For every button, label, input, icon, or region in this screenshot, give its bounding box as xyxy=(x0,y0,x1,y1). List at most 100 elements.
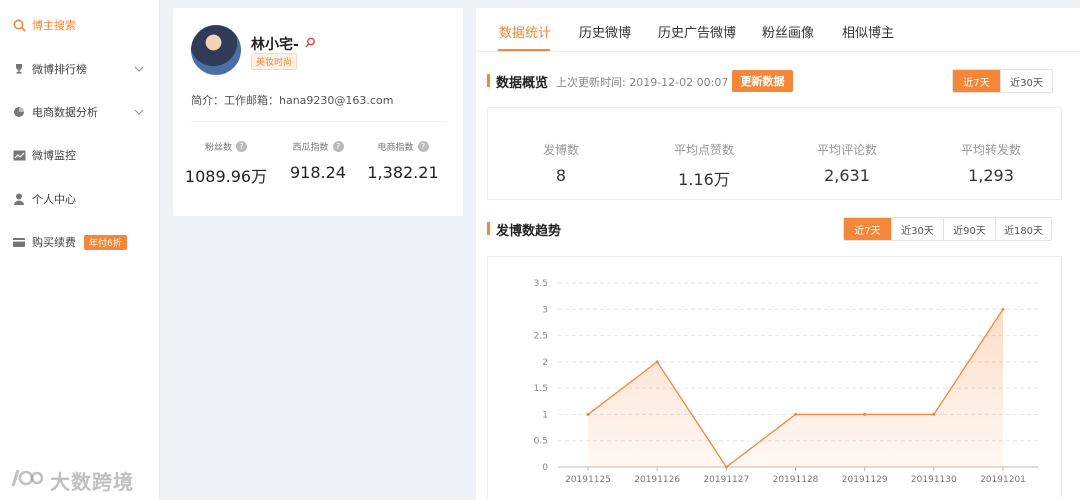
stat-value: 1.16万 xyxy=(678,170,730,189)
discount-badge: 年付6折 xyxy=(84,234,127,250)
data-point xyxy=(655,360,659,364)
data-point xyxy=(863,412,867,416)
sidebar-item-label: 微博监控 xyxy=(32,149,76,162)
sidebar-item-label: 个人中心 xyxy=(32,193,76,206)
range-30d-button[interactable]: 近30天 xyxy=(891,218,943,240)
avatar[interactable] xyxy=(191,25,241,75)
stat-ecommerce-index: 电商指数? 1,382.21 xyxy=(355,140,451,182)
sidebar-item-blogger-search[interactable]: 博主搜索 xyxy=(0,5,160,45)
x-tick-label: 20191127 xyxy=(703,475,749,485)
help-icon[interactable]: ? xyxy=(417,141,429,152)
watermark: 大数跨境 xyxy=(10,466,134,495)
section-title-trend: 发博数趋势 xyxy=(487,220,561,239)
data-point xyxy=(724,465,728,469)
data-point xyxy=(586,412,590,416)
overview-stat-avg-likes: 平均点赞数 1.16万 xyxy=(634,141,774,190)
stat-followers: 粉丝数? 1089.96万 xyxy=(178,140,274,187)
sidebar-item-label: 微博排行榜 xyxy=(32,63,87,76)
overview-stat-posts: 发博数 8 xyxy=(491,141,631,185)
sidebar-item-label: 电商数据分析 xyxy=(32,106,98,119)
profile-bio: 简介：工作邮箱：hana9230@163.com xyxy=(191,94,394,107)
card-icon xyxy=(12,235,26,249)
data-point xyxy=(1001,307,1005,311)
x-tick-label: 20191130 xyxy=(911,475,957,485)
profile-card: 林小宅- 美妆时尚 简介：工作邮箱：hana9230@163.com 粉丝数? … xyxy=(173,8,463,216)
data-point xyxy=(794,412,797,416)
sidebar-item-label: 博主搜索 xyxy=(32,19,76,32)
x-tick-label: 20191201 xyxy=(980,475,1026,485)
tab-similar-bloggers[interactable]: 相似博主 xyxy=(842,22,894,41)
profile-name-row: 林小宅- xyxy=(251,34,316,54)
help-icon[interactable]: ? xyxy=(332,141,344,152)
data-point xyxy=(932,412,936,416)
range-90d-button[interactable]: 近90天 xyxy=(943,218,995,240)
stat-value: 1,382.21 xyxy=(367,163,439,182)
y-tick-label: 0.5 xyxy=(534,437,548,447)
divider xyxy=(191,121,445,122)
trend-chart-box: 0 0.5 1 1.5 2 2.5 3 3.5 20191125 20191126 20191127… xyxy=(487,256,1062,500)
tab-fan-profile[interactable]: 粉丝画像 xyxy=(762,22,814,41)
stat-label: 平均评论数 xyxy=(816,143,877,157)
x-tick-label: 20191125 xyxy=(565,475,611,485)
tab-history-ad-weibo[interactable]: 历史广告微博 xyxy=(658,22,736,41)
range-180d-button[interactable]: 近180天 xyxy=(995,218,1051,240)
sidebar-item-personal-center[interactable]: 个人中心 xyxy=(0,179,160,219)
range-30d-button[interactable]: 近30天 xyxy=(1000,70,1052,92)
chevron-down-icon xyxy=(134,64,144,75)
sidebar-item-weibo-ranking[interactable]: 微博排行榜 xyxy=(0,49,160,89)
y-tick-label: 1.5 xyxy=(534,384,548,394)
y-tick-label: 2 xyxy=(542,358,548,368)
stat-value: 918.24 xyxy=(290,163,346,182)
main-panel: 数据统计 历史微博 历史广告微博 粉丝画像 相似博主 数据概览 上次更新时间: … xyxy=(476,8,1080,500)
verified-icon xyxy=(305,36,316,52)
watermark-logo-icon xyxy=(10,466,44,495)
stat-value: 1,293 xyxy=(968,166,1014,185)
stat-value: 8 xyxy=(555,166,567,185)
stat-label: 平均点赞数 xyxy=(673,143,734,157)
x-tick-label: 20191126 xyxy=(634,475,680,485)
stat-xigua-index: 西瓜指数? 918.24 xyxy=(270,140,366,182)
y-tick-label: 3.5 xyxy=(534,279,548,289)
overview-stat-avg-comments: 平均评论数 2,631 xyxy=(777,141,917,185)
sidebar-item-ecommerce-analysis[interactable]: 电商数据分析 xyxy=(0,92,160,132)
tab-bar: 数据统计 历史微博 历史广告微博 粉丝画像 相似博主 xyxy=(476,8,1080,52)
y-tick-label: 2.5 xyxy=(534,332,548,342)
x-tick-label: 20191128 xyxy=(773,475,819,485)
trophy-icon xyxy=(12,62,26,76)
stat-value: 1089.96万 xyxy=(184,167,268,186)
sidebar-item-weibo-monitor[interactable]: 微博监控 xyxy=(0,135,160,175)
user-icon xyxy=(12,192,26,206)
range-7d-button[interactable]: 近7天 xyxy=(844,218,891,240)
update-data-button[interactable]: 更新数据 xyxy=(732,70,793,92)
search-icon xyxy=(12,18,26,32)
tab-history-weibo[interactable]: 历史微博 xyxy=(579,22,631,41)
stat-label: 粉丝数 xyxy=(204,143,232,153)
stat-label: 平均转发数 xyxy=(960,143,1021,157)
monitor-chart-icon xyxy=(12,148,26,162)
series-area xyxy=(588,309,1003,467)
sidebar-item-label: 购买续费 xyxy=(32,236,76,249)
stat-label: 西瓜指数 xyxy=(292,143,329,153)
tab-data-stats[interactable]: 数据统计 xyxy=(499,22,551,41)
range-7d-button[interactable]: 近7天 xyxy=(953,70,1000,92)
sidebar-item-purchase-renew[interactable]: 购买续费 年付6折 xyxy=(0,222,160,262)
category-tag: 美妆时尚 xyxy=(251,53,298,70)
overview-stat-avg-reposts: 平均转发数 1,293 xyxy=(921,141,1061,185)
stat-label: 发博数 xyxy=(542,143,579,157)
y-tick-label: 3 xyxy=(542,305,548,315)
overview-range-selector: 近7天 近30天 xyxy=(952,69,1053,93)
watermark-text: 大数跨境 xyxy=(50,470,134,494)
profile-name: 林小宅- xyxy=(251,37,299,53)
chevron-down-icon xyxy=(134,107,144,118)
help-icon[interactable]: ? xyxy=(236,141,247,152)
sidebar: 博主搜索 微博排行榜 电商数据分析 微博监控 个人中心 购买续费 年付6折 xyxy=(0,0,160,500)
overview-stats-box: 发博数 8 平均点赞数 1.16万 平均评论数 2,631 平均转发数 1,29… xyxy=(487,107,1062,200)
x-tick-label: 20191129 xyxy=(842,475,888,485)
trend-chart: 0 0.5 1 1.5 2 2.5 3 3.5 20191125 20191126 20191127… xyxy=(534,279,1038,485)
stat-label: 电商指数 xyxy=(377,143,414,153)
section-title-overview: 数据概览 xyxy=(487,72,548,91)
trend-range-selector: 近7天 近30天 近90天 近180天 xyxy=(843,217,1052,241)
last-updated-text: 上次更新时间: 2019-12-02 00:07 xyxy=(556,76,729,89)
tab-active-indicator xyxy=(498,49,550,51)
y-tick-label: 0 xyxy=(542,463,548,473)
